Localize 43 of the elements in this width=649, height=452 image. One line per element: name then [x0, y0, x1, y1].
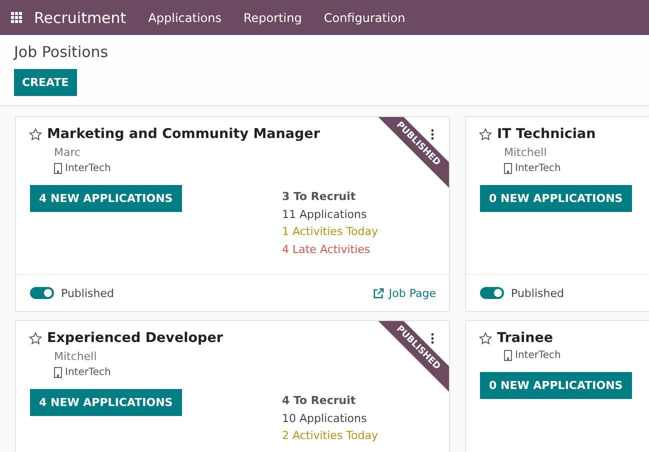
create-button[interactable]: CREATE: [14, 69, 77, 96]
owner-name: Mitchell: [504, 146, 548, 159]
job-title: IT Technician: [497, 126, 596, 142]
published-label: Published: [511, 286, 564, 300]
company-name: InterTech: [515, 350, 561, 361]
dropdown-menu-icon[interactable]: [431, 333, 434, 344]
page-title: Job Positions: [14, 43, 110, 61]
company-name: InterTech: [515, 163, 561, 174]
building-icon: [54, 163, 62, 174]
new-applications-button[interactable]: 0 NEW APPLICATIONS: [480, 185, 632, 212]
building-icon: [504, 350, 512, 361]
dropdown-menu-icon[interactable]: [431, 129, 434, 140]
building-icon: [54, 367, 62, 378]
building-icon: [504, 163, 512, 174]
job-title: Trainee: [497, 330, 554, 346]
new-applications-button[interactable]: 4 NEW APPLICATIONS: [30, 389, 182, 416]
company-name: InterTech: [65, 367, 111, 378]
stat-link[interactable]: 1 Activities Today: [282, 223, 436, 240]
new-applications-button[interactable]: 4 NEW APPLICATIONS: [30, 185, 182, 212]
menu-item[interactable]: Configuration: [324, 10, 406, 24]
star-icon[interactable]: [29, 332, 42, 344]
company-name: InterTech: [65, 163, 111, 174]
job-title: Marketing and Community Manager: [47, 126, 320, 142]
job-page-link[interactable]: Job Page: [388, 286, 436, 300]
stat-link[interactable]: 4 Late Activities: [282, 240, 436, 258]
menu-item[interactable]: Reporting: [244, 10, 302, 24]
stat-link[interactable]: 10 Applications: [282, 410, 436, 427]
stat-link[interactable]: 4 To Recruit: [282, 392, 436, 410]
stat-link[interactable]: 11 Applications: [282, 206, 436, 223]
app-title[interactable]: Recruitment: [34, 8, 126, 26]
published-label: Published: [61, 286, 114, 300]
apps-menu-icon[interactable]: [11, 12, 23, 24]
star-icon[interactable]: [479, 128, 492, 140]
published-toggle[interactable]: [480, 287, 504, 299]
star-icon[interactable]: [29, 128, 42, 140]
job-title: Experienced Developer: [47, 330, 224, 346]
stat-link[interactable]: 3 To Recruit: [282, 188, 436, 206]
menu-item[interactable]: Applications: [148, 10, 222, 24]
stat-link[interactable]: 2 Activities Today: [282, 427, 436, 444]
published-toggle[interactable]: [30, 287, 54, 299]
new-applications-button[interactable]: 0 NEW APPLICATIONS: [480, 372, 632, 399]
external-link-icon[interactable]: [372, 288, 384, 298]
star-icon[interactable]: [479, 332, 492, 344]
